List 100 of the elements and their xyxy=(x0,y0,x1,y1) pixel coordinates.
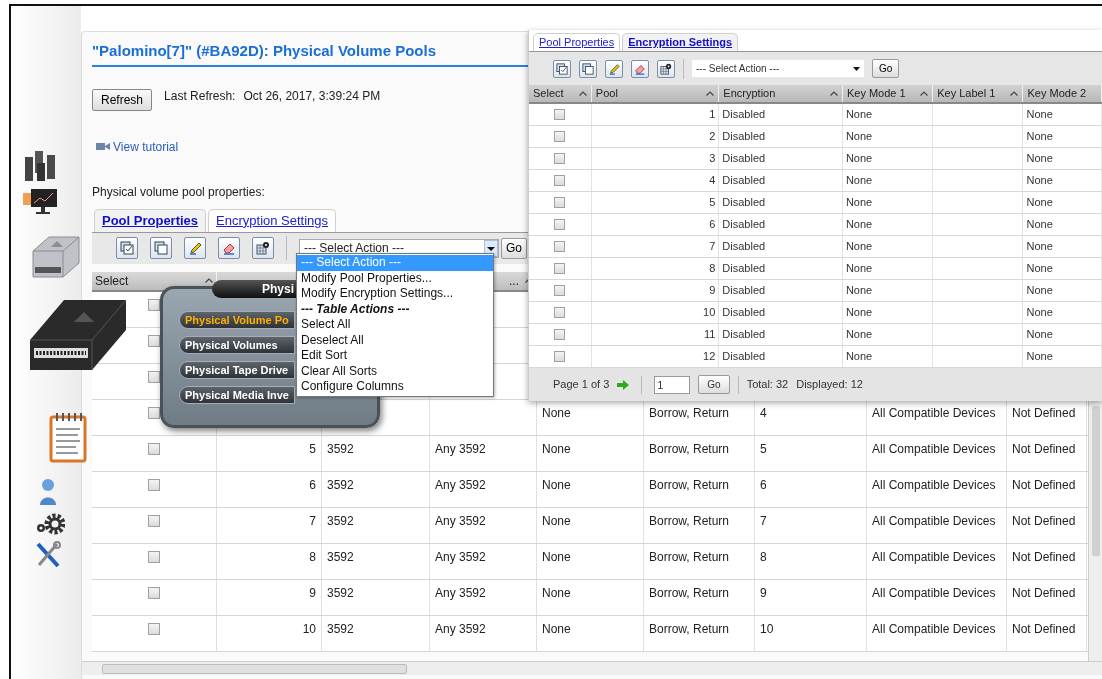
table-cell: 7 xyxy=(309,513,316,528)
pencil-icon[interactable] xyxy=(605,59,623,78)
user-icon[interactable] xyxy=(39,477,57,507)
pencil-icon[interactable] xyxy=(184,237,206,259)
next-page-arrow-icon[interactable] xyxy=(617,379,630,390)
table-cell-text: None xyxy=(845,129,873,145)
column-header[interactable]: Pool xyxy=(595,85,618,102)
row-checkbox[interactable] xyxy=(148,298,160,311)
sort-caret-icon[interactable] xyxy=(1010,91,1019,96)
action-select[interactable]: --- Select Action --- xyxy=(692,60,864,77)
row-checkbox[interactable] xyxy=(554,351,566,362)
deselect-all-icon[interactable] xyxy=(579,59,597,78)
table-cell: Any 3592 xyxy=(435,585,486,600)
table-cell-text: None xyxy=(845,349,873,365)
storage-drive-icon[interactable] xyxy=(29,233,81,279)
row-checkbox[interactable] xyxy=(148,514,160,527)
row-checkbox[interactable] xyxy=(554,263,566,274)
column-header[interactable]: ... xyxy=(509,271,519,290)
monitor-chart-icon[interactable] xyxy=(23,189,59,215)
row-checkbox[interactable] xyxy=(554,307,566,318)
table-cell: None xyxy=(542,621,571,636)
row-checkbox[interactable] xyxy=(554,131,566,142)
navigation-item[interactable]: Physical Volumes xyxy=(179,336,295,354)
menu-item[interactable]: Configure Columns xyxy=(297,379,493,395)
table-cell-text: None xyxy=(845,107,873,123)
table-cell: Not Defined xyxy=(1012,549,1076,564)
table-cell: None xyxy=(542,549,571,564)
table-cell: 6 xyxy=(309,477,316,492)
settings-gears-icon[interactable] xyxy=(35,513,65,535)
tools-icon[interactable] xyxy=(35,541,61,569)
row-checkbox[interactable] xyxy=(554,329,566,340)
page-title: "Palomino[7]" (#BA92D): Physical Volume Pools xyxy=(92,41,438,61)
page-input[interactable]: 1 xyxy=(654,375,691,394)
video-camera-icon xyxy=(96,142,110,151)
menu-item[interactable]: Edit Sort xyxy=(297,348,493,364)
tab[interactable]: Encryption Settings xyxy=(208,208,337,232)
table-cell-text: Disabled xyxy=(722,107,766,123)
eraser-icon[interactable] xyxy=(631,59,649,78)
row-checkbox[interactable] xyxy=(148,334,160,347)
menu-item[interactable]: Deselect All xyxy=(297,332,493,348)
row-checkbox[interactable] xyxy=(554,219,566,230)
sort-caret-icon[interactable] xyxy=(706,91,715,96)
sort-caret-icon[interactable] xyxy=(829,91,838,96)
eraser-icon[interactable] xyxy=(218,237,240,259)
row-checkbox[interactable] xyxy=(554,153,566,164)
refresh-button[interactable]: Refresh xyxy=(92,88,153,111)
menu-item[interactable]: Modify Pool Properties... xyxy=(297,270,493,286)
select-all-icon[interactable] xyxy=(553,59,571,78)
table-cell: None xyxy=(542,513,571,528)
dropdown-caret-icon[interactable] xyxy=(853,66,860,71)
row-checkbox[interactable] xyxy=(554,241,566,252)
table-settings-icon[interactable] xyxy=(252,237,274,259)
row-checkbox[interactable] xyxy=(554,109,566,120)
tab[interactable]: Pool Properties xyxy=(94,208,207,232)
last-refresh-label: Last Refresh: xyxy=(164,87,236,105)
go-button[interactable]: Go xyxy=(501,237,527,259)
row-checkbox[interactable] xyxy=(554,197,566,208)
row-checkbox[interactable] xyxy=(148,478,160,491)
select-all-icon[interactable] xyxy=(116,237,138,259)
sort-caret-icon[interactable] xyxy=(205,278,213,283)
row-checkbox[interactable] xyxy=(554,175,566,186)
table-cell: 3592 xyxy=(327,549,354,564)
navigation-item[interactable]: Physical Media Inve xyxy=(179,386,295,404)
table-cell: None xyxy=(542,405,571,420)
menu-item[interactable]: Clear All Sorts xyxy=(297,363,493,379)
tab[interactable]: Encryption Settings xyxy=(622,33,739,51)
column-header[interactable]: Key Label 1 xyxy=(937,85,996,102)
menu-item[interactable]: Modify Encryption Settings... xyxy=(297,286,493,302)
table-cell: All Compatible Devices xyxy=(872,549,996,564)
table-cell: Borrow, Return xyxy=(649,513,730,528)
row-checkbox[interactable] xyxy=(554,285,566,296)
table-settings-icon[interactable] xyxy=(657,59,675,78)
navigation-item[interactable]: Physical Tape Drive xyxy=(179,361,295,379)
displayed-count: Displayed: 12 xyxy=(796,377,863,393)
column-header[interactable]: Key Mode 1 xyxy=(846,85,906,102)
menu-item[interactable]: Select All xyxy=(297,317,493,333)
horizontal-scrollbar[interactable] xyxy=(82,661,1102,675)
row-checkbox[interactable] xyxy=(148,550,160,563)
column-header[interactable]: Select xyxy=(95,271,129,290)
row-checkbox[interactable] xyxy=(148,586,160,599)
column-header[interactable]: Key Mode 2 xyxy=(1027,85,1087,102)
policies-notepad-icon[interactable] xyxy=(49,411,87,463)
tab[interactable]: Pool Properties xyxy=(533,33,621,51)
column-header[interactable]: Encryption xyxy=(723,85,776,102)
navigation-item[interactable]: Physical Volume Po xyxy=(179,311,295,329)
table-cell-text: 5 xyxy=(709,195,716,211)
view-tutorial-link[interactable]: View tutorial xyxy=(113,137,179,156)
table-cell: All Compatible Devices xyxy=(872,441,996,456)
deselect-all-icon[interactable] xyxy=(150,237,172,259)
sort-caret-icon[interactable] xyxy=(920,91,929,96)
table-cell-text: None xyxy=(1026,107,1053,123)
row-checkbox[interactable] xyxy=(148,370,160,383)
go-button[interactable]: Go xyxy=(872,59,900,78)
row-checkbox[interactable] xyxy=(148,406,160,419)
column-header[interactable]: Select xyxy=(533,85,564,102)
sort-caret-icon[interactable] xyxy=(578,91,587,96)
table-cell: All Compatible Devices xyxy=(872,621,996,636)
row-checkbox[interactable] xyxy=(148,622,160,635)
go-button[interactable]: Go xyxy=(698,375,730,394)
row-checkbox[interactable] xyxy=(148,442,160,455)
